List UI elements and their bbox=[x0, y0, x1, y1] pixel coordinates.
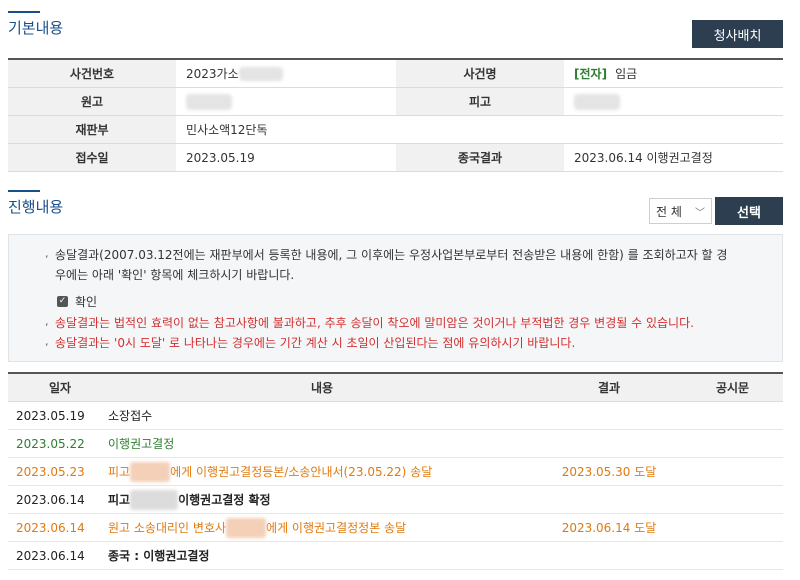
info-row: 재판부 민사소액12단독 bbox=[8, 116, 783, 144]
filed-date-value: 2023.05.19 bbox=[186, 150, 255, 165]
info-row: 원고 피고 bbox=[8, 88, 783, 116]
table-row: 2023.05.19 소장접수 bbox=[8, 402, 783, 430]
table-row: 2023.06.14 원고 소송대리인 변호사 에게 이행권고결정정본 송달 2… bbox=[8, 514, 783, 542]
filed-date-label: 접수일 bbox=[8, 144, 176, 171]
table-row: 2023.06.14 종국 : 이행권고결정 bbox=[8, 542, 783, 570]
electronic-tag: [전자] bbox=[574, 67, 608, 81]
redacted-name bbox=[130, 489, 179, 510]
content-header: 내용 bbox=[310, 381, 334, 395]
result-header: 결과 bbox=[597, 381, 621, 395]
notice-line-1: 송달결과(2007.03.12전에는 재판부에서 등록한 내용에, 그 이후에는… bbox=[55, 248, 728, 262]
info-row: 접수일 2023.05.19 종국결과 2023.06.14 이행권고결정 bbox=[8, 144, 783, 172]
final-result-value: 2023.06.14 이행권고결정 bbox=[574, 151, 713, 165]
redacted-name bbox=[130, 461, 171, 482]
case-name-value: [전자] 임금 bbox=[574, 67, 638, 81]
plaintiff-label: 원고 bbox=[8, 88, 176, 115]
progress-title: 진행내용 bbox=[8, 190, 64, 216]
division-label: 재판부 bbox=[8, 116, 176, 143]
notice-line-1b: 우에는 아래 '확인' 항목에 체크하시기 바랍니다. bbox=[55, 268, 295, 282]
date-header: 일자 bbox=[48, 381, 72, 395]
notice-line-2: 송달결과는 법적인 효력이 없는 참고사항에 불과하고, 추후 송달이 착오에 … bbox=[55, 316, 694, 330]
table-row: 2023.05.22 이행권고결정 bbox=[8, 430, 783, 458]
final-result-label: 종국결과 bbox=[396, 144, 564, 171]
bullet-icon: , bbox=[45, 247, 49, 260]
filter-select[interactable]: 전 체 ﹀ bbox=[649, 198, 712, 224]
case-number-label: 사건번호 bbox=[8, 60, 176, 87]
notice-box: , 송달결과(2007.03.12전에는 재판부에서 등록한 내용에, 그 이후… bbox=[8, 234, 783, 362]
case-number-value: 2023가소 bbox=[176, 60, 396, 87]
progress-table: 일자 내용 결과 공시문 2023.05.19 소장접수 2023.05.22 … bbox=[8, 372, 783, 570]
bullet-icon: , bbox=[45, 335, 49, 348]
plaintiff-value bbox=[176, 88, 396, 115]
seating-chart-button[interactable]: 청사배치 bbox=[692, 20, 783, 48]
public-notice-header: 공시문 bbox=[715, 381, 750, 395]
table-row: 2023.06.14 피고 이행권고결정 확정 bbox=[8, 486, 783, 514]
confirm-checkbox[interactable]: ✓ bbox=[57, 296, 68, 307]
table-row: 2023.05.23 피고 에게 이행권고결정등본/소송안내서(23.05.22… bbox=[8, 458, 783, 486]
chevron-down-icon: ﹀ bbox=[695, 207, 705, 219]
confirm-label: 확인 bbox=[75, 295, 98, 309]
select-button[interactable]: 선택 bbox=[715, 197, 783, 225]
defendant-value bbox=[564, 88, 783, 115]
bullet-icon: , bbox=[45, 315, 49, 328]
basic-info-table: 사건번호 2023가소 사건명 [전자] 임금 원고 피고 재판부 민사소액12단… bbox=[8, 58, 783, 172]
division-value: 민사소액12단독 bbox=[186, 123, 268, 137]
info-row: 사건번호 2023가소 사건명 [전자] 임금 bbox=[8, 60, 783, 88]
table-header: 일자 내용 결과 공시문 bbox=[8, 374, 783, 402]
basic-info-title: 기본내용 bbox=[8, 11, 64, 37]
defendant-label: 피고 bbox=[396, 88, 564, 115]
case-name-label: 사건명 bbox=[396, 60, 564, 87]
notice-line-3: 송달결과는 '0시 도달' 로 나타나는 경우에는 기간 계산 시 초일이 산입… bbox=[55, 336, 576, 350]
redacted-name bbox=[226, 517, 267, 538]
